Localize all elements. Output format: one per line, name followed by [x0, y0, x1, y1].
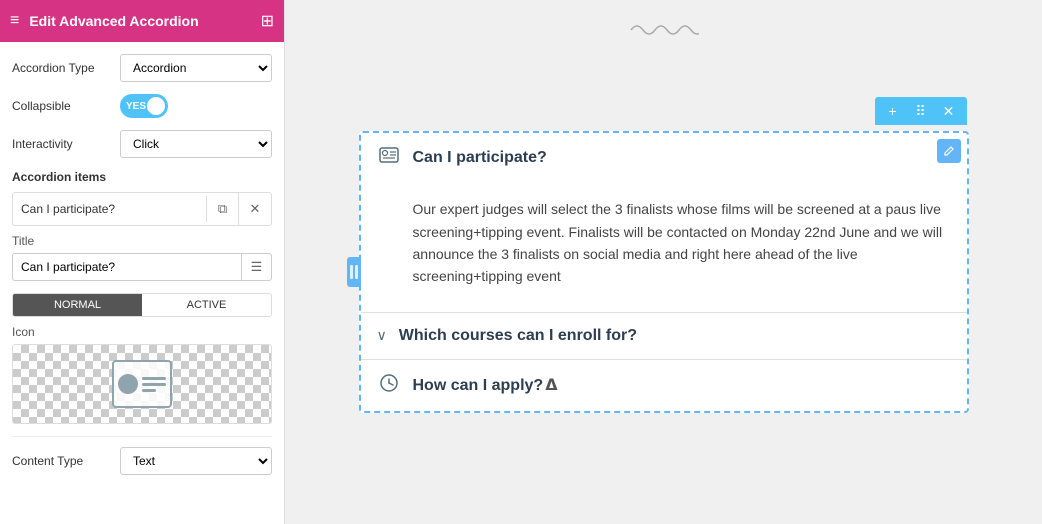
icon-label: Icon: [12, 325, 272, 339]
title-input-row: ☰: [12, 253, 272, 281]
collapsible-row: Collapsible YES: [12, 94, 272, 118]
toolbar-move-button[interactable]: ⠿: [911, 101, 931, 121]
content-type-select[interactable]: Text Template Global Widget: [120, 447, 272, 475]
icon-line-2: [142, 383, 166, 386]
accordion-type-control: Accordion Toggle FAQ: [120, 54, 272, 82]
normal-tab[interactable]: NORMAL: [13, 294, 142, 316]
icon-preview[interactable]: [12, 344, 272, 424]
accordion-items-label: Accordion items: [12, 170, 272, 184]
title-section: Title ☰: [12, 234, 272, 281]
icon-card-circle: [118, 374, 138, 394]
content-type-label: Content Type: [12, 454, 112, 468]
acc-icon-1: [377, 147, 401, 168]
state-tab-group: NORMAL ACTIVE: [12, 293, 272, 317]
panel-body: Accordion Type Accordion Toggle FAQ Coll…: [0, 42, 284, 524]
acc-icon-3: [377, 374, 401, 397]
content-type-control: Text Template Global Widget: [120, 447, 272, 475]
grid-icon[interactable]: ⊞: [261, 11, 274, 31]
accordion-body-1: Our expert judges will select the 3 fina…: [361, 182, 967, 312]
main-canvas: + ⠿ ✕: [285, 0, 1042, 524]
icon-card-lines: [142, 377, 166, 392]
accordion-item-name: Can I participate?: [13, 196, 207, 222]
toolbar-close-button[interactable]: ✕: [939, 101, 959, 121]
panel-header: ≡ Edit Advanced Accordion ⊞: [0, 0, 284, 42]
interactivity-control: Click Hover: [120, 130, 272, 158]
collapsible-label: Collapsible: [12, 99, 112, 113]
active-tab[interactable]: ACTIVE: [142, 294, 271, 316]
interactivity-select[interactable]: Click Hover: [120, 130, 272, 158]
collapsible-control: YES: [120, 94, 272, 118]
acc-title-2: Which courses can I enroll for?: [399, 327, 951, 345]
toggle-knob: [147, 97, 165, 115]
icon-section: Icon: [12, 325, 272, 424]
title-sub-label: Title: [12, 234, 272, 248]
title-input[interactable]: [13, 255, 241, 279]
icon-line-1: [142, 377, 166, 380]
acc-title-1: Can I participate?: [413, 149, 951, 167]
accordion-section-3: How can I apply?𝝙: [361, 360, 967, 411]
accordion-type-label: Accordion Type: [12, 61, 112, 75]
accordion-widget: + ⠿ ✕: [359, 131, 969, 413]
hamburger-icon[interactable]: ≡: [10, 12, 19, 30]
icon-line-3: [142, 389, 156, 392]
widget-toolbar: + ⠿ ✕: [875, 97, 967, 125]
acc-title-3: How can I apply?𝝙: [413, 375, 951, 395]
accordion-header-3[interactable]: How can I apply?𝝙: [361, 360, 967, 411]
widget-edit-button[interactable]: [937, 139, 961, 163]
collapsible-toggle[interactable]: YES: [120, 94, 168, 118]
panel-title: Edit Advanced Accordion: [29, 13, 250, 29]
accordion-section-2: ∨ Which courses can I enroll for?: [361, 313, 967, 360]
acc-chevron-2: ∨: [377, 327, 387, 344]
cursor-indicator: 𝝙: [545, 375, 557, 395]
wave-decoration: [629, 20, 699, 45]
toggle-label: YES: [120, 101, 146, 112]
copy-item-button[interactable]: ⧉: [207, 193, 239, 225]
accordion-header-1[interactable]: Can I participate?: [361, 133, 967, 182]
accordion-type-row: Accordion Type Accordion Toggle FAQ: [12, 54, 272, 82]
accordion-header-2[interactable]: ∨ Which courses can I enroll for?: [361, 313, 967, 359]
interactivity-row: Interactivity Click Hover: [12, 130, 272, 158]
toolbar-add-button[interactable]: +: [883, 101, 903, 121]
accordion-item-row: Can I participate? ⧉ ✕: [12, 192, 272, 226]
delete-item-button[interactable]: ✕: [239, 193, 271, 225]
content-type-row: Content Type Text Template Global Widget: [12, 436, 272, 475]
title-list-icon[interactable]: ☰: [241, 254, 271, 280]
widget-handle[interactable]: [347, 257, 361, 287]
interactivity-label: Interactivity: [12, 137, 112, 151]
accordion-type-select[interactable]: Accordion Toggle FAQ: [120, 54, 272, 82]
left-panel: ≡ Edit Advanced Accordion ⊞ Accordion Ty…: [0, 0, 285, 524]
accordion-section-1: Can I participate? Our expert judges wil…: [361, 133, 967, 313]
icon-card: [112, 360, 172, 408]
